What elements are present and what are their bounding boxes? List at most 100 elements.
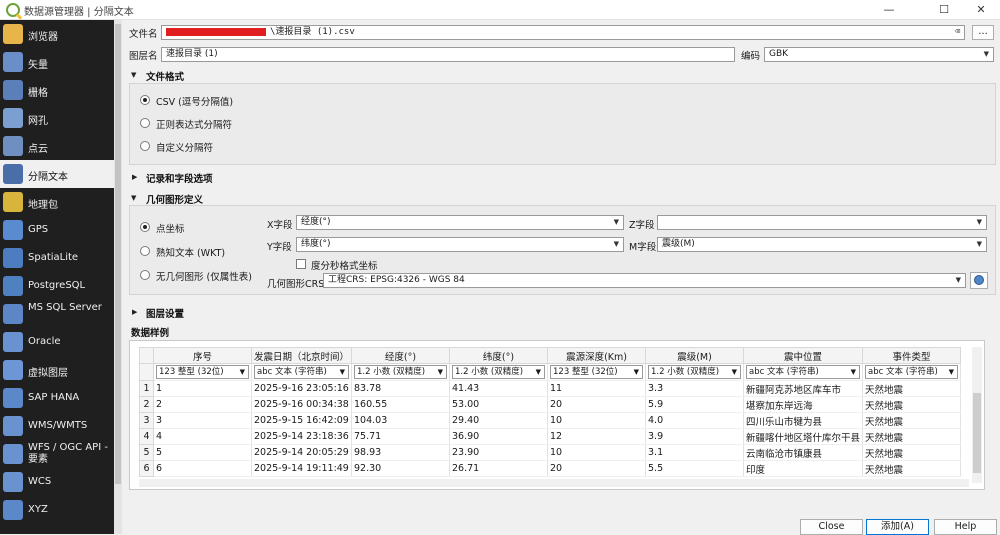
radio-point-label[interactable]: 点坐标 [156, 221, 185, 235]
column-type-select[interactable]: 1.2 小数 (双精度) ▼ [452, 365, 546, 379]
dms-label[interactable]: 度分秒格式坐标 [311, 258, 378, 272]
wfs-globe-icon [3, 444, 23, 464]
clear-icon[interactable]: ⌫ [955, 26, 960, 39]
column-type-select[interactable]: 1.2 小数 (双精度) ▼ [648, 365, 742, 379]
radio-custom[interactable] [140, 141, 150, 151]
column-type-cell: abc 文本 (字符串) ▼ [743, 363, 864, 381]
column-header[interactable]: 震源深度(Km) [547, 347, 647, 364]
radio-custom-label[interactable]: 自定义分隔符 [156, 140, 213, 154]
column-header[interactable]: 事件类型 [862, 347, 962, 364]
crs-select[interactable]: 工程CRS: EPSG:4326 - WGS 84 ▼ [323, 273, 966, 288]
browse-file-button[interactable]: … [972, 25, 994, 40]
layer-name-input[interactable]: 速报目录 (1) [161, 47, 735, 62]
table-row[interactable]: 2 2 2025-9-16 00:34:38 160.55 53.00 20 5.9 堪察加东… [139, 396, 962, 413]
x-field-select[interactable]: 经度(°) ▼ [296, 215, 624, 230]
radio-no-geometry[interactable] [140, 270, 150, 280]
column-header[interactable]: 序号 [153, 347, 252, 364]
sidebar-item-12[interactable]: 虚拟图层 [0, 356, 114, 384]
table-row[interactable]: 3 3 2025-9-15 16:42:09 104.03 29.40 10 4.0 四川乐山… [139, 412, 962, 429]
sidebar-item-16[interactable]: WCS [0, 468, 114, 496]
sample-data-header: 数据样例 [131, 328, 170, 339]
type-row-corner [139, 363, 154, 381]
layer-settings-header[interactable]: 图层设置 [146, 306, 184, 320]
sidebar-item-8[interactable]: SpatiaLite [0, 244, 114, 272]
add-button[interactable]: 添加(A) [866, 519, 929, 535]
records-header[interactable]: 记录和字段选项 [146, 171, 213, 185]
sidebar-item-5[interactable]: 分隔文本 [0, 160, 114, 188]
grid-scroll-thumb[interactable] [973, 393, 981, 473]
column-header[interactable]: 经度(°) [351, 347, 451, 364]
column-header[interactable]: 震中位置 [743, 347, 864, 364]
radio-wkt[interactable] [140, 246, 150, 256]
column-type-select[interactable]: abc 文本 (字符串) ▼ [746, 365, 861, 379]
z-field-select[interactable]: ▼ [657, 215, 987, 230]
sidebar-item-9[interactable]: PostgreSQL [0, 272, 114, 300]
column-type-select[interactable]: abc 文本 (字符串) ▼ [254, 365, 350, 379]
sidebar-scroll-thumb[interactable] [115, 24, 121, 484]
help-button[interactable]: Help [934, 519, 997, 535]
sidebar-scrollbar[interactable] [114, 20, 122, 534]
table-cell: 98.93 [351, 444, 451, 461]
column-header[interactable]: 纬度(°) [449, 347, 549, 364]
collapsed-arrow-icon[interactable]: ▶ [132, 308, 137, 316]
sidebar-item-1[interactable]: 矢量 [0, 48, 114, 76]
radio-point-coordinates[interactable] [140, 222, 150, 232]
collapsed-arrow-icon[interactable]: ▶ [132, 173, 137, 181]
crs-selector-button[interactable] [970, 272, 988, 289]
table-row[interactable]: 4 4 2025-9-14 23:18:36 75.71 36.90 12 3.9 新疆喀什地… [139, 428, 962, 445]
expanded-arrow-icon[interactable]: ▼ [131, 194, 136, 202]
close-button[interactable]: Close [800, 519, 863, 535]
radio-csv-label[interactable]: CSV (逗号分隔值) [156, 94, 233, 108]
sidebar-item-13[interactable]: SAP HANA [0, 384, 114, 412]
m-field-select[interactable]: 震级(M) ▼ [657, 237, 987, 252]
encoding-select[interactable]: GBK ▼ [764, 47, 994, 62]
chevron-down-icon: ▼ [613, 218, 619, 226]
radio-regex-label[interactable]: 正则表达式分隔符 [156, 117, 232, 131]
row-number: 4 [139, 428, 154, 445]
expanded-arrow-icon[interactable]: ▼ [131, 71, 136, 79]
column-type-select[interactable]: 123 整型 (32位) ▼ [550, 365, 644, 379]
maximize-button[interactable]: ☐ [925, 0, 963, 20]
sidebar-item-label: SAP HANA [28, 392, 80, 403]
virtual-layer-icon [3, 360, 23, 380]
geometry-header[interactable]: 几何图形定义 [146, 192, 203, 206]
table-row[interactable]: 6 6 2025-9-14 19:11:49 92.30 26.71 20 5.5 印度 天然地… [139, 460, 962, 477]
column-type-value: abc 文本 (字符串) [257, 367, 327, 377]
wms-globe-icon [3, 416, 23, 436]
radio-csv[interactable] [140, 95, 150, 105]
radio-no-geometry-label[interactable]: 无几何图形 (仅属性表) [156, 269, 252, 283]
y-field-select[interactable]: 纬度(°) ▼ [296, 237, 624, 252]
column-header[interactable]: 震级(M) [645, 347, 745, 364]
column-type-select[interactable]: 123 整型 (32位) ▼ [156, 365, 249, 379]
window-title: 数据源管理器 | 分隔文本 [24, 7, 134, 18]
radio-wkt-label[interactable]: 熟知文本 (WKT) [156, 245, 225, 259]
grid-horizontal-scrollbar[interactable] [139, 479, 969, 487]
sidebar-item-label: 矢量 [28, 60, 48, 71]
sidebar-item-6[interactable]: 地理包 [0, 188, 114, 216]
file-name-input[interactable]: \速报目录 (1).csv ⌫ [161, 25, 965, 40]
sidebar-item-7[interactable]: GPS [0, 216, 114, 244]
column-type-select[interactable]: abc 文本 (字符串) ▼ [865, 365, 959, 379]
sidebar-item-11[interactable]: Oracle [0, 328, 114, 356]
radio-regex[interactable] [140, 118, 150, 128]
close-window-button[interactable]: ✕ [962, 0, 1000, 20]
sidebar-item-0[interactable]: 浏览器 [0, 20, 114, 48]
grid-vertical-scrollbar[interactable] [972, 347, 982, 483]
sidebar-item-3[interactable]: 网孔 [0, 104, 114, 132]
sidebar-item-10[interactable]: MS SQL Server [0, 300, 114, 328]
column-type-cell: 1.2 小数 (双精度) ▼ [351, 363, 451, 381]
minimize-button[interactable]: — [870, 0, 908, 20]
sidebar-item-17[interactable]: XYZ [0, 496, 114, 524]
sidebar-item-14[interactable]: WMS/WMTS [0, 412, 114, 440]
sidebar-item-4[interactable]: 点云 [0, 132, 114, 160]
table-row[interactable]: 5 5 2025-9-14 20:05:29 98.93 23.90 10 3.1 云南临沧市… [139, 444, 962, 461]
file-format-header[interactable]: 文件格式 [146, 69, 184, 83]
column-type-select[interactable]: 1.2 小数 (双精度) ▼ [354, 365, 448, 379]
dms-checkbox[interactable] [296, 259, 306, 269]
table-cell: 天然地震 [862, 396, 962, 413]
column-header[interactable]: 发震日期（北京时间） [250, 347, 353, 364]
spatialite-icon [3, 248, 23, 268]
sidebar-item-2[interactable]: 栅格 [0, 76, 114, 104]
table-row[interactable]: 1 1 2025-9-16 23:05:16 83.78 41.43 11 3.3 新疆阿克苏… [139, 380, 962, 397]
sidebar-item-15[interactable]: WFS / OGC API - 要素 [0, 440, 114, 468]
